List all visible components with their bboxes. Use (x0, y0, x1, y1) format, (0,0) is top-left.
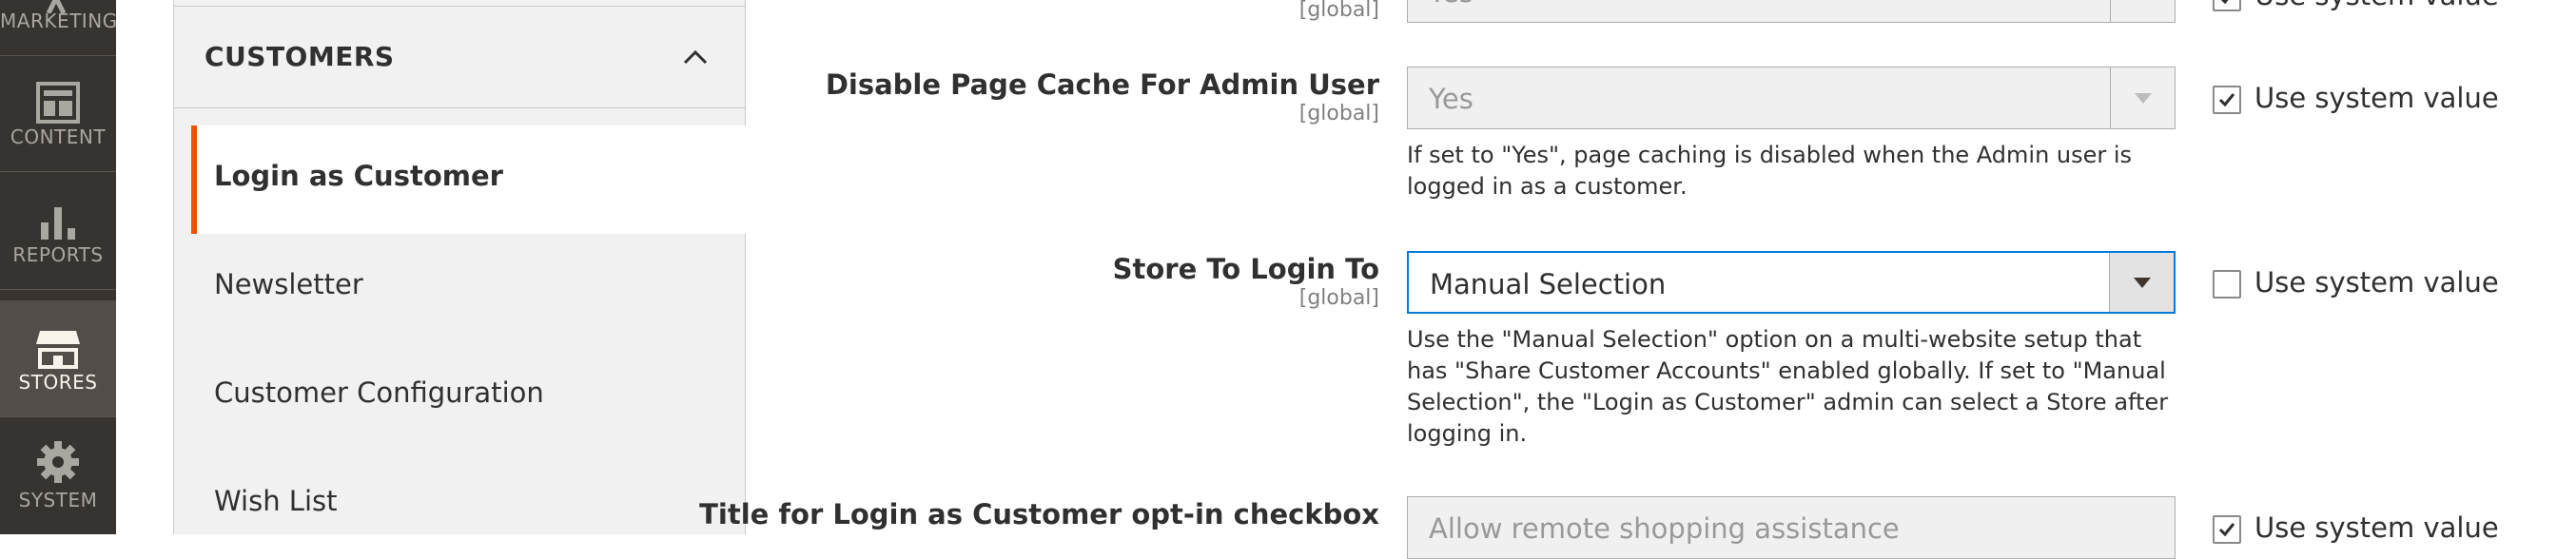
checkmark-icon (2218, 93, 2235, 107)
select-toggle[interactable] (2110, 67, 2175, 128)
field-label-store-to-login-to: Store To Login To (1112, 253, 1379, 285)
scope-label: [global] (1298, 102, 1379, 125)
gear-icon (37, 441, 79, 483)
use-system-checkbox[interactable] (2213, 270, 2241, 299)
select-disable-page-cache[interactable]: Yes (1407, 67, 2176, 129)
field-note-store-to-login-to: Use the "Manual Selection" option on a m… (1407, 326, 2169, 447)
tab-label: Login as Customer (214, 160, 503, 192)
nav-label-marketing: MARKETING (0, 10, 116, 32)
select-toggle[interactable] (2109, 253, 2174, 312)
nav-label-stores: STORES (18, 371, 98, 394)
scope-label: [global] (1298, 286, 1379, 310)
use-system-label: Use system value (2254, 266, 2499, 299)
tab-label: Wish List (214, 485, 338, 517)
storefront-icon (36, 331, 80, 369)
nav-item-system[interactable]: SYSTEM (0, 418, 116, 534)
use-system-checkbox[interactable] (2213, 86, 2241, 114)
tab-wish-list[interactable]: Wish List (174, 451, 745, 559)
checkmark-icon (2218, 523, 2235, 537)
select-store-to-login-to[interactable]: Manual Selection (1407, 251, 2176, 314)
select-value: Yes (1429, 0, 1473, 9)
tab-group-customers[interactable]: CUSTOMERS (174, 6, 745, 108)
tab-newsletter[interactable]: Newsletter (174, 234, 745, 342)
tab-customer-configuration[interactable]: Customer Configuration (174, 342, 745, 451)
nav-item-stores[interactable]: STORES (0, 300, 116, 417)
tab-label: Newsletter (214, 268, 363, 300)
nav-item-marketing[interactable]: MARKETING (0, 0, 116, 56)
use-system-checkbox[interactable] (2213, 0, 2241, 11)
nav-label-reports: REPORTS (12, 243, 104, 266)
tab-login-as-customer[interactable]: Login as Customer (191, 125, 747, 234)
use-system-label: Use system value (2254, 511, 2499, 544)
checkmark-icon (2220, 0, 2229, 5)
input-opt-in-title[interactable]: Allow remote shopping assistance (1407, 496, 2176, 559)
select-value: Manual Selection (1430, 268, 1667, 300)
field-note-disable-page-cache: If set to "Yes", page caching is disable… (1407, 142, 2133, 200)
nav-label-content: CONTENT (10, 125, 107, 148)
select-row0[interactable]: Yes (1407, 0, 2176, 23)
nav-item-content[interactable]: CONTENT (0, 55, 116, 172)
input-value: Allow remote shopping assistance (1429, 512, 1900, 545)
scope-label: [global] (1298, 0, 1379, 22)
use-system-label: Use system value (2254, 0, 2499, 11)
field-label-disable-page-cache: Disable Page Cache For Admin User (825, 68, 1379, 101)
use-system-label: Use system value (2254, 82, 2499, 114)
chevron-up-icon[interactable] (682, 48, 709, 66)
chevron-down-icon (2133, 278, 2151, 288)
config-tabs-panel: CUSTOMERS Login as Customer Newsletter C… (173, 0, 747, 534)
chevron-down-icon (2134, 93, 2152, 104)
admin-sidebar: MARKETING CONTENT REPORTS STORES SYSTEM (0, 0, 116, 534)
nav-item-reports[interactable]: REPORTS (0, 173, 116, 290)
select-value: Yes (1429, 83, 1473, 115)
tab-group-title: CUSTOMERS (205, 41, 395, 72)
use-system-checkbox[interactable] (2213, 515, 2241, 544)
layout-icon (36, 82, 80, 124)
select-toggle[interactable] (2110, 0, 2175, 22)
nav-label-system: SYSTEM (18, 489, 98, 511)
field-label-opt-in-title: Title for Login as Customer opt-in check… (699, 498, 1379, 530)
bar-chart-icon (41, 207, 75, 240)
tab-label: Customer Configuration (214, 376, 544, 409)
